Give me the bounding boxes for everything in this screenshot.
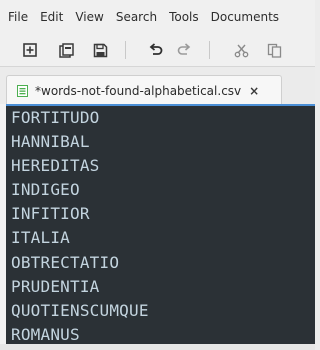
undo-icon — [149, 43, 162, 55]
copy-button[interactable] — [262, 38, 286, 62]
redo-button[interactable] — [172, 38, 196, 62]
cut-icon — [234, 44, 248, 57]
toolbar — [0, 34, 315, 66]
new-file-button[interactable] — [18, 38, 42, 62]
menu-file[interactable]: File — [0, 0, 34, 34]
editor-line: FORTITUDO — [11, 108, 100, 127]
open-file-button[interactable] — [54, 38, 78, 62]
undo-button[interactable] — [143, 38, 167, 62]
menu-documents[interactable]: Documents — [205, 0, 285, 34]
menu-search[interactable]: Search — [110, 0, 163, 34]
tab-words-not-found[interactable]: *words-not-found-alphabetical.csv × — [6, 75, 282, 105]
text-editor-area[interactable]: FORTITUDO HANNIBAL HEREDITAS INDIGEO INF… — [6, 104, 315, 344]
redo-icon — [177, 43, 190, 55]
tab-bar: *words-not-found-alphabetical.csv × — [0, 66, 315, 105]
copy-icon — [267, 43, 281, 58]
toolbar-separator — [209, 41, 210, 59]
cut-button[interactable] — [229, 38, 253, 62]
menu-bar: File Edit View Search Tools Documents — [0, 0, 315, 34]
editor-line: QUOTIENSCUMQUE — [11, 300, 149, 320]
text-editor-window: File Edit View Search Tools Documents *w… — [0, 0, 315, 350]
menu-tools[interactable]: Tools — [163, 0, 205, 34]
toolbar-separator — [125, 41, 126, 59]
editor-line: HANNIBAL — [11, 132, 90, 152]
status-strip — [0, 344, 315, 350]
text-file-icon — [17, 84, 28, 97]
editor-line: INDIGEO — [11, 180, 80, 200]
new-file-icon — [23, 43, 37, 57]
save-button[interactable] — [88, 38, 112, 62]
menu-edit[interactable]: Edit — [34, 0, 69, 34]
editor-line: ROMANUS — [11, 324, 80, 344]
close-icon[interactable]: × — [249, 85, 259, 97]
open-file-icon — [58, 42, 74, 58]
editor-line: HEREDITAS — [11, 156, 100, 176]
editor-line: OBTRECTATIO — [11, 252, 120, 272]
save-icon — [93, 43, 107, 57]
editor-line: INFITIOR — [11, 204, 90, 224]
tab-label: *words-not-found-alphabetical.csv — [35, 83, 242, 98]
menu-view[interactable]: View — [69, 0, 109, 34]
editor-line: PRUDENTIA — [11, 276, 100, 296]
editor-line: ITALIA — [11, 228, 70, 248]
